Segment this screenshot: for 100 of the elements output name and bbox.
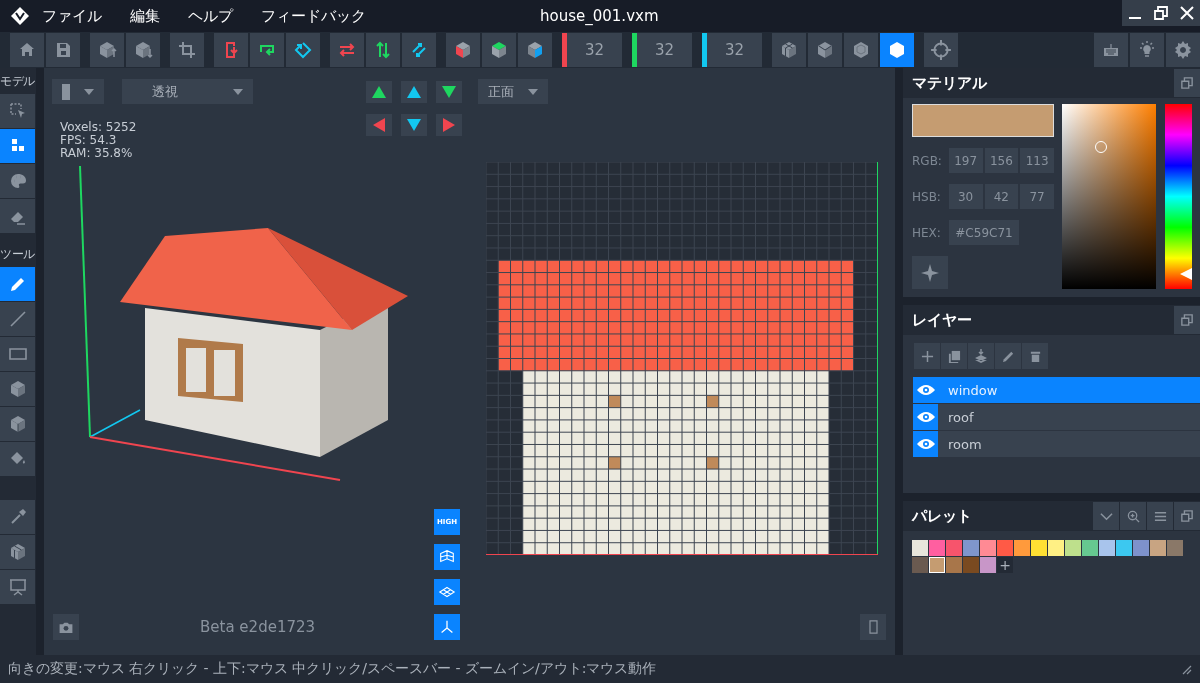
screenshot-button[interactable] — [53, 614, 79, 640]
color-swatch[interactable] — [946, 557, 962, 573]
rename-button[interactable] — [995, 343, 1021, 369]
palette-tool[interactable] — [0, 164, 35, 198]
color-swatch[interactable] — [1048, 540, 1064, 556]
cube-button[interactable] — [844, 33, 878, 67]
size-field[interactable]: 32 — [567, 33, 622, 67]
delete-button[interactable] — [1022, 343, 1048, 369]
home-button[interactable] — [10, 33, 44, 67]
menu-item[interactable]: 編集 — [130, 6, 160, 26]
wall-grid-button[interactable] — [434, 544, 460, 570]
menu-item[interactable]: フィードバック — [261, 6, 366, 26]
color-swatch[interactable] — [997, 540, 1013, 556]
floor-grid-button[interactable] — [434, 579, 460, 605]
color-swatch[interactable] — [1167, 540, 1183, 556]
axes-button[interactable] — [434, 614, 460, 640]
loop-arrow-button[interactable] — [250, 33, 284, 67]
device-button[interactable] — [860, 614, 886, 640]
select-tool[interactable] — [0, 94, 35, 128]
rectangle-tool[interactable] — [0, 337, 35, 371]
arrow-down-button[interactable] — [401, 114, 427, 136]
cube-grid-button[interactable] — [772, 33, 806, 67]
close-icon[interactable] — [1180, 6, 1194, 20]
presentation-tool[interactable] — [0, 570, 35, 604]
menu-button[interactable] — [1147, 502, 1173, 530]
color-swatch[interactable] — [1116, 540, 1132, 556]
color-swatch[interactable] — [980, 557, 996, 573]
settings-button[interactable] — [1166, 33, 1200, 67]
diamond-arrow-button[interactable] — [286, 33, 320, 67]
color-swatch[interactable] — [963, 540, 979, 556]
save-button[interactable] — [46, 33, 80, 67]
layout-dropdown[interactable] — [52, 79, 104, 104]
add-layer-button[interactable] — [914, 343, 940, 369]
hex-field[interactable]: #C59C71 — [949, 220, 1019, 246]
undock-button[interactable] — [1174, 69, 1200, 97]
cube-tool[interactable] — [0, 535, 35, 569]
visibility-toggle[interactable] — [913, 404, 938, 430]
layer-row[interactable]: room — [913, 431, 1200, 457]
saturation-brightness-picker[interactable] — [1062, 104, 1156, 289]
color-swatch[interactable] — [946, 540, 962, 556]
size-field[interactable]: 32 — [637, 33, 692, 67]
arrow-right-button[interactable] — [436, 114, 462, 136]
layer-row[interactable]: roof — [913, 404, 1200, 430]
arrow-box-button[interactable] — [214, 33, 248, 67]
swap-vertical-button[interactable] — [366, 33, 400, 67]
crop-button[interactable] — [170, 33, 204, 67]
hue-slider[interactable] — [1165, 104, 1192, 289]
line-tool[interactable] — [0, 302, 35, 336]
zoom-in-button[interactable] — [1120, 502, 1146, 530]
cube-button[interactable] — [446, 33, 480, 67]
rgb-field[interactable]: 156 — [984, 148, 1019, 174]
undock-button[interactable] — [1174, 502, 1200, 530]
add-color-button[interactable]: + — [997, 557, 1013, 573]
cube-button[interactable] — [518, 33, 552, 67]
color-swatch[interactable] — [980, 540, 996, 556]
merge-down-button[interactable] — [968, 343, 994, 369]
rgb-field[interactable]: 197 — [948, 148, 983, 174]
color-swatch[interactable] — [1150, 540, 1166, 556]
pencil-tool[interactable] — [0, 267, 35, 301]
cube-tool[interactable] — [0, 407, 35, 441]
hexagon-button[interactable] — [880, 33, 914, 67]
light-bulb-button[interactable] — [1130, 33, 1164, 67]
hsb-field[interactable]: 77 — [1020, 184, 1054, 210]
duplicate-button[interactable] — [941, 343, 967, 369]
color-swatch[interactable] — [963, 557, 979, 573]
eyedropper-tool[interactable] — [0, 500, 35, 534]
view-dropdown[interactable]: 正面 — [478, 79, 548, 104]
cube-tool[interactable] — [0, 372, 35, 406]
color-swatch[interactable] — [929, 557, 945, 573]
arrow-left-button[interactable] — [366, 114, 392, 136]
hsb-field[interactable]: 42 — [984, 184, 1019, 210]
eraser-tool[interactable] — [0, 199, 35, 233]
cube-wire-button[interactable] — [808, 33, 842, 67]
restore-icon[interactable] — [1154, 6, 1168, 20]
cube-arrow-up-button[interactable] — [90, 33, 124, 67]
blocks-tool[interactable] — [0, 129, 35, 163]
color-swatch[interactable] — [929, 540, 945, 556]
arrow-up-button[interactable] — [366, 81, 392, 103]
menu-item[interactable]: ヘルプ — [188, 6, 233, 26]
cube-button[interactable] — [482, 33, 516, 67]
keyboard-button[interactable] — [1094, 33, 1128, 67]
hue-pointer[interactable] — [1180, 268, 1192, 281]
color-swatch[interactable] — [1082, 540, 1098, 556]
color-swatch[interactable] — [1099, 540, 1115, 556]
swap-horizontal-button[interactable] — [330, 33, 364, 67]
color-swatch[interactable] — [1031, 540, 1047, 556]
layer-row[interactable]: window — [913, 377, 1200, 403]
arrow-down-button[interactable] — [436, 81, 462, 103]
size-field[interactable]: 32 — [707, 33, 762, 67]
color-swatch[interactable] — [912, 540, 928, 556]
menu-item[interactable]: ファイル — [42, 6, 102, 26]
color-swatch[interactable] — [1133, 540, 1149, 556]
color-swatch[interactable] — [1014, 540, 1030, 556]
chevron-button[interactable] — [1093, 502, 1119, 530]
swap-diagonal-button[interactable] — [402, 33, 436, 67]
crosshair-button[interactable] — [924, 33, 958, 67]
arrow-up-button[interactable] — [401, 81, 427, 103]
undock-button[interactable] — [1174, 306, 1200, 334]
projection-dropdown[interactable]: 透視 — [122, 79, 253, 104]
hsb-field[interactable]: 30 — [948, 184, 983, 210]
